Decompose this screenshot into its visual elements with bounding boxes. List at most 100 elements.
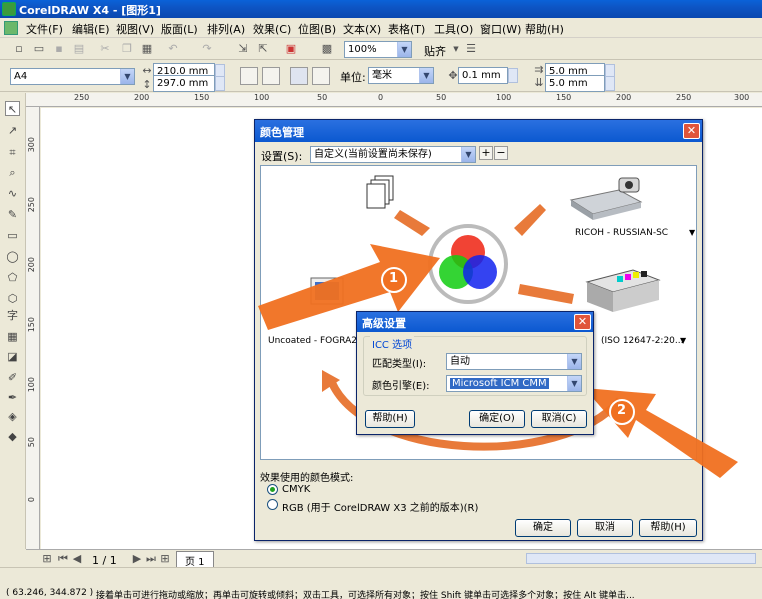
freehand-tool-icon[interactable]: ∿ [5, 186, 20, 201]
settings-combo[interactable]: 自定义(当前设置尚未保存) ▼ [310, 146, 476, 163]
import-icon[interactable]: ⇲ [236, 42, 250, 56]
menu-file[interactable]: 文件(F) [26, 21, 63, 37]
polygon-tool-icon[interactable]: ⬠ [5, 270, 20, 285]
help-button[interactable]: 帮助(H) [639, 519, 697, 537]
chevron-down-icon[interactable]: ▼ [419, 68, 433, 83]
text-tool-icon[interactable]: 字 [5, 308, 20, 323]
new-icon[interactable]: ▫ [12, 42, 26, 56]
zoom-tool-icon[interactable]: ⌕ [5, 165, 20, 180]
open-icon[interactable]: ▭ [32, 42, 46, 56]
menu-table[interactable]: 表格(T) [388, 21, 425, 37]
last-page-icon[interactable]: ⏭ [144, 552, 158, 566]
paste-icon[interactable]: ▦ [140, 42, 154, 56]
ruler-label: 100 [496, 93, 512, 102]
document-stack-icon[interactable] [365, 174, 397, 214]
interactive-fill-icon[interactable]: ◆ [5, 429, 20, 444]
ruler-label: 250 [676, 93, 692, 102]
save-icon[interactable]: ▪ [52, 42, 66, 56]
add-page-after-icon[interactable]: ⊞ [158, 552, 172, 566]
basic-shapes-icon[interactable]: ⬡ [5, 291, 20, 306]
snap-dropdown[interactable]: 贴齐 [424, 43, 446, 59]
all-pages-button[interactable] [290, 67, 308, 85]
close-icon[interactable]: ✕ [574, 314, 591, 330]
chevron-down-icon[interactable]: ▼ [680, 336, 686, 345]
crop-tool-icon[interactable]: ⌗ [5, 145, 20, 160]
nudge-input[interactable]: 0.1 mm [458, 67, 508, 84]
menu-edit[interactable]: 编辑(E) [72, 21, 110, 37]
ruler-label: 100 [254, 93, 270, 102]
horizontal-ruler[interactable]: 250 200 150 100 50 0 50 100 150 200 250 … [26, 93, 762, 107]
menu-layout[interactable]: 版面(L) [161, 21, 198, 37]
eyedropper-tool-icon[interactable]: ✐ [5, 370, 20, 385]
duplicate-y-input[interactable]: 5.0 mm [545, 75, 605, 92]
undo-icon[interactable]: ↶ [166, 42, 180, 56]
advanced-help-button[interactable]: 帮助(H) [365, 410, 415, 428]
cancel-button[interactable]: 取消 [577, 519, 633, 537]
menu-text[interactable]: 文本(X) [343, 21, 381, 37]
dup-y-spinner[interactable] [605, 76, 615, 91]
paper-type-combo[interactable]: A4 ▼ [10, 68, 135, 85]
first-page-icon[interactable]: ⏮ [56, 552, 70, 566]
vertical-ruler[interactable]: 300 250 200 150 100 50 0 [26, 107, 40, 549]
cmyk-radio[interactable] [267, 484, 278, 495]
menu-bitmaps[interactable]: 位图(B) [298, 21, 336, 37]
menu-effects[interactable]: 效果(C) [253, 21, 291, 37]
nudge-spinner[interactable] [508, 68, 518, 83]
chevron-down-icon[interactable]: ▼ [461, 147, 475, 162]
smart-fill-icon[interactable]: ✎ [5, 207, 20, 222]
advanced-ok-button[interactable]: 确定(O) [469, 410, 525, 428]
lock-ratio-button[interactable] [240, 67, 258, 85]
ok-button[interactable]: 确定 [515, 519, 571, 537]
chevron-down-icon[interactable]: ▼ [689, 228, 695, 237]
printer-icon[interactable] [583, 262, 663, 314]
close-icon[interactable]: ✕ [683, 123, 700, 139]
interactive-tool-icon[interactable]: ◪ [5, 349, 20, 364]
print-icon[interactable]: ▤ [72, 42, 86, 56]
shape-tool-icon[interactable]: ↗ [5, 123, 20, 138]
redo-icon[interactable]: ↷ [200, 42, 214, 56]
outline-tool-icon[interactable]: ✒ [5, 390, 20, 405]
copy-icon[interactable]: ❐ [120, 42, 134, 56]
next-page-icon[interactable]: ▶ [130, 552, 144, 566]
chevron-down-icon[interactable]: ▼ [397, 42, 411, 57]
pick-tool-icon[interactable]: ↖ [5, 101, 20, 116]
current-page-button[interactable] [312, 67, 330, 85]
menu-arrange[interactable]: 排列(A) [207, 21, 245, 37]
scanner-icon[interactable] [567, 172, 645, 224]
options-icon[interactable]: ☰ [464, 42, 478, 56]
chevron-down-icon[interactable]: ▼ [567, 354, 581, 369]
prev-page-icon[interactable]: ◀ [70, 552, 84, 566]
zoom-combo[interactable]: 100% ▼ [344, 41, 412, 58]
units-label: 单位: [340, 71, 366, 84]
fill-tool-icon[interactable]: ◈ [5, 409, 20, 424]
menu-tools[interactable]: 工具(O) [434, 21, 473, 37]
menu-view[interactable]: 视图(V) [116, 21, 154, 37]
units-combo[interactable]: 毫米 ▼ [368, 67, 434, 84]
add-page-icon[interactable]: ⊞ [40, 552, 54, 566]
height-spinner[interactable] [215, 76, 225, 91]
remove-preset-button[interactable]: − [494, 146, 508, 160]
color-engine-value: Microsoft ICM CMM [450, 378, 549, 389]
page-height-input[interactable]: 297.0 mm [153, 75, 215, 92]
horizontal-scrollbar[interactable] [526, 553, 756, 564]
menu-help[interactable]: 帮助(H) [525, 21, 564, 37]
ellipse-tool-icon[interactable]: ◯ [5, 249, 20, 264]
match-type-combo[interactable]: 自动 ▼ [446, 353, 582, 370]
publish-pdf-icon[interactable]: ▣ [284, 42, 298, 56]
rgb-radio[interactable] [267, 499, 278, 510]
menu-window[interactable]: 窗口(W) [480, 21, 521, 37]
chevron-down-icon[interactable]: ▼ [120, 69, 134, 84]
chevron-down-icon[interactable]: ▼ [567, 376, 581, 391]
ruler-label: 0 [27, 497, 36, 503]
cut-icon[interactable]: ✂ [98, 42, 112, 56]
color-engine-combo[interactable]: Microsoft ICM CMM ▼ [446, 375, 582, 392]
advanced-cancel-button[interactable]: 取消(C) [531, 410, 587, 428]
export-icon[interactable]: ⇱ [256, 42, 270, 56]
chevron-down-icon[interactable]: ▼ [449, 42, 463, 56]
welcome-icon[interactable]: ▩ [320, 42, 334, 56]
proof-device-icon[interactable] [307, 274, 347, 316]
add-preset-button[interactable]: + [479, 146, 493, 160]
portrait-button[interactable] [262, 67, 280, 85]
rectangle-tool-icon[interactable]: ▭ [5, 228, 20, 243]
table-tool-icon[interactable]: ▦ [5, 329, 20, 344]
